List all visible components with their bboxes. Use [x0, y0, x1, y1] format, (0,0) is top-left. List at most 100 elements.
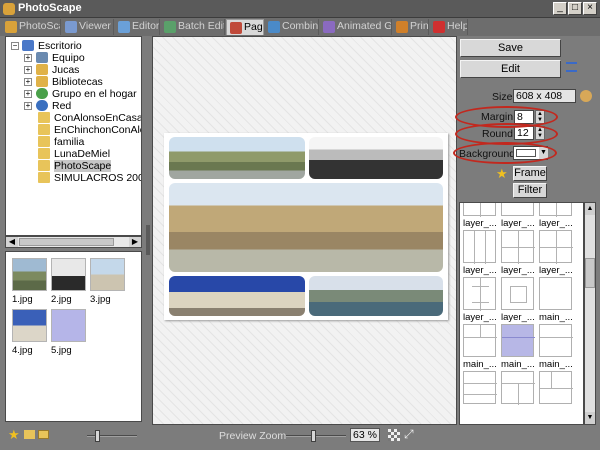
- preview-zoom-label: Preview Zoom: [219, 430, 287, 442]
- user-folder-icon: [36, 64, 48, 75]
- save-button[interactable]: Save: [460, 39, 561, 57]
- layout-template[interactable]: [463, 277, 496, 311]
- layout-template[interactable]: [463, 203, 496, 217]
- thumbnail-image[interactable]: [51, 309, 86, 342]
- network-icon: [36, 100, 48, 111]
- star-icon[interactable]: ★: [8, 427, 20, 443]
- filter-button[interactable]: Filter: [513, 183, 547, 198]
- tab-page[interactable]: Page: [226, 19, 264, 35]
- layout-template[interactable]: [539, 230, 573, 264]
- layout-template[interactable]: [539, 371, 573, 404]
- tab-bar: PhotoScape Viewer Editor Batch Editor Pa…: [0, 18, 600, 36]
- layout-label: main_...: [539, 312, 573, 323]
- folder-icon: [38, 112, 50, 123]
- checkerboard-icon[interactable]: [388, 429, 400, 441]
- expand-icon[interactable]: +: [24, 66, 32, 74]
- thumbnail-image[interactable]: [12, 309, 47, 342]
- tab-photoscape[interactable]: PhotoScape: [2, 19, 61, 35]
- layout-label: main_...: [539, 359, 573, 370]
- layout-vertical-scrollbar[interactable]: ▲ ▼: [584, 202, 596, 425]
- layout-template-list[interactable]: layer_... layer_... layer_... layer_... …: [459, 202, 584, 425]
- tab-viewer[interactable]: Viewer: [62, 19, 114, 35]
- zoom-value: 63 %: [350, 428, 380, 442]
- thumbnail-label: 3.jpg: [90, 294, 111, 305]
- app-icon: [3, 3, 15, 15]
- folder-open-icon[interactable]: [38, 430, 49, 439]
- menu-icon[interactable]: [566, 62, 577, 72]
- close-button[interactable]: ×: [583, 2, 597, 15]
- layout-template[interactable]: [501, 371, 535, 405]
- thumbnail-label: 4.jpg: [12, 345, 33, 356]
- thumbnail-list[interactable]: 1.jpg 2.jpg 3.jpg 4.jpg 5.jpg: [5, 251, 142, 422]
- layout-template[interactable]: [463, 230, 496, 264]
- scroll-up-icon[interactable]: ▲: [585, 203, 595, 215]
- layout-label: layer_...: [501, 265, 535, 276]
- tab-animated-gif[interactable]: Animated GIF: [320, 19, 392, 35]
- thumbnail-image[interactable]: [12, 258, 47, 291]
- folder-icon: [38, 148, 50, 159]
- homegroup-icon: [36, 88, 48, 99]
- tree-horizontal-scrollbar[interactable]: ◀ ▶: [5, 236, 142, 248]
- folder-icon[interactable]: [24, 430, 35, 439]
- tab-combine[interactable]: Combine: [265, 19, 319, 35]
- thumbnail-toolbar: ★: [5, 427, 145, 445]
- collage-page[interactable]: [164, 133, 448, 320]
- panel-splitter[interactable]: [146, 225, 150, 255]
- preview-zoom-bar: Preview Zoom 63 % ⤢: [152, 427, 457, 445]
- viewer-icon: [65, 21, 77, 33]
- preview-zoom-slider-knob[interactable]: [311, 430, 316, 442]
- layout-label: layer_...: [463, 312, 497, 323]
- layout-label: main_...: [501, 359, 535, 370]
- folder-tree[interactable]: − Escritorio + Equipo + Jucas + Bibliote…: [5, 36, 142, 236]
- tab-help[interactable]: Help: [430, 19, 468, 35]
- expand-icon[interactable]: +: [24, 102, 32, 110]
- star-icon[interactable]: ★: [496, 166, 508, 182]
- layout-template-selected[interactable]: [501, 324, 535, 357]
- collage-photo-church[interactable]: [169, 276, 305, 316]
- layout-label: layer_...: [539, 218, 573, 229]
- expand-icon[interactable]: +: [24, 54, 32, 62]
- thumbnail-label: 1.jpg: [12, 294, 33, 305]
- desktop-icon: [22, 40, 34, 51]
- frame-button[interactable]: Frame: [513, 166, 547, 181]
- scrollbar-thumb[interactable]: [19, 238, 114, 246]
- expand-icon[interactable]: +: [24, 90, 32, 98]
- fit-screen-icon[interactable]: ⤢: [404, 427, 414, 442]
- scrollbar-thumb[interactable]: [585, 258, 595, 288]
- edit-button[interactable]: Edit: [460, 60, 561, 78]
- preview-zoom-slider[interactable]: [286, 435, 346, 437]
- tab-editor[interactable]: Editor: [115, 19, 160, 35]
- computer-icon: [36, 52, 48, 63]
- layout-template[interactable]: [501, 230, 535, 264]
- thumbnail-image[interactable]: [51, 258, 86, 291]
- layout-template[interactable]: [463, 371, 497, 404]
- auto-size-icon[interactable]: [580, 90, 592, 102]
- layout-template[interactable]: [539, 203, 572, 217]
- tab-batch-editor[interactable]: Batch Editor: [161, 19, 225, 35]
- layout-template[interactable]: [501, 203, 534, 216]
- layout-template[interactable]: [539, 324, 573, 357]
- collage-photo-silhouette[interactable]: [309, 137, 443, 179]
- folder-icon: [38, 124, 50, 135]
- layout-label: main_...: [463, 359, 497, 370]
- scroll-left-icon[interactable]: ◀: [6, 237, 18, 247]
- page-icon: [230, 22, 242, 34]
- maximize-button[interactable]: □: [568, 2, 582, 15]
- thumbnail-image[interactable]: [90, 258, 125, 291]
- layout-template[interactable]: [501, 277, 534, 310]
- collage-photo-monastery[interactable]: [169, 183, 443, 272]
- print-icon: [396, 21, 408, 33]
- collage-photo-landscape[interactable]: [169, 137, 305, 179]
- layout-template[interactable]: [463, 324, 497, 357]
- collage-photo-river[interactable]: [309, 276, 443, 316]
- collapse-icon[interactable]: −: [11, 42, 19, 50]
- tab-print[interactable]: Print: [393, 19, 429, 35]
- scroll-down-icon[interactable]: ▼: [585, 412, 595, 424]
- thumbnail-size-slider-knob[interactable]: [95, 430, 100, 442]
- scroll-right-icon[interactable]: ▶: [129, 237, 141, 247]
- layout-template[interactable]: [539, 277, 572, 310]
- thumbnail-label: 5.jpg: [51, 345, 72, 356]
- minimize-button[interactable]: _: [553, 2, 567, 15]
- expand-icon[interactable]: +: [24, 78, 32, 86]
- page-preview[interactable]: [152, 36, 457, 425]
